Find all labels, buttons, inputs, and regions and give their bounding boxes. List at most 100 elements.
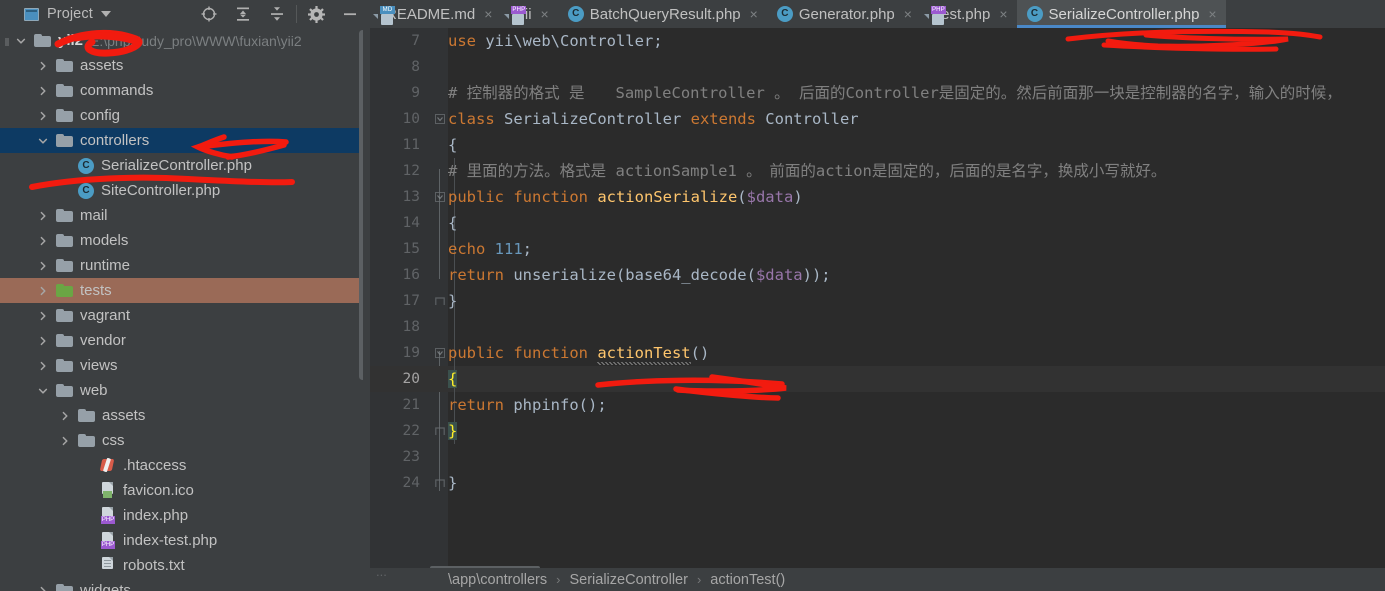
code-line[interactable]: 16 return unserialize(base64_decode($dat…: [370, 262, 1385, 288]
code-line[interactable]: 11 {: [370, 132, 1385, 158]
chevron-right-icon[interactable]: [36, 334, 50, 348]
image-file-icon: [100, 482, 116, 499]
code-line[interactable]: 15 echo 111;: [370, 236, 1385, 262]
collapse-all-icon[interactable]: [260, 0, 294, 28]
tree-row-serializecontroller-php[interactable]: C SerializeController.php: [0, 153, 370, 178]
code-line[interactable]: 18: [370, 314, 1385, 340]
chevron-right-icon[interactable]: [36, 234, 50, 248]
code-line[interactable]: 7 use yii\web\Controller;: [370, 28, 1385, 54]
tree-row-web[interactable]: web: [0, 378, 370, 403]
close-icon[interactable]: ×: [999, 7, 1007, 21]
editor-tab[interactable]: MD README.md ×: [370, 0, 502, 28]
chevron-right-icon[interactable]: [36, 109, 50, 123]
code-line[interactable]: 24}: [370, 470, 1385, 496]
tree-row-widgets[interactable]: widgets: [0, 578, 370, 591]
breadcrumb-item[interactable]: actionTest(): [710, 572, 785, 588]
editor-tab[interactable]: C BatchQueryResult.php ×: [557, 0, 767, 28]
code-line[interactable]: 9 # 控制器的格式 是 SampleController 。 后面的Contro…: [370, 80, 1385, 106]
code-line[interactable]: 13 public function actionSerialize($data…: [370, 184, 1385, 210]
project-panel-title: Project: [47, 6, 93, 22]
close-icon[interactable]: ×: [904, 7, 912, 21]
line-number: 22: [402, 423, 420, 439]
locate-target-icon[interactable]: [192, 0, 226, 28]
chevron-right-icon[interactable]: [58, 409, 72, 423]
chevron-down-icon[interactable]: [36, 134, 50, 148]
tree-row-tests[interactable]: tests: [0, 278, 370, 303]
code-line[interactable]: 12 # 里面的方法。格式是 actionSample1 。 前面的action…: [370, 158, 1385, 184]
tree-row-index-test-php[interactable]: PHP index-test.php: [0, 528, 370, 553]
chevron-down-icon[interactable]: [14, 34, 28, 48]
tree-row-runtime[interactable]: runtime: [0, 253, 370, 278]
code-line[interactable]: 17 }: [370, 288, 1385, 314]
editor-tab[interactable]: C Generator.php ×: [766, 0, 921, 28]
chevron-right-icon[interactable]: [36, 584, 50, 591]
code-line[interactable]: 19 public function actionTest(): [370, 340, 1385, 366]
tree-row-views[interactable]: views: [0, 353, 370, 378]
chevron-right-icon[interactable]: [58, 434, 72, 448]
tree-row-mail[interactable]: mail: [0, 203, 370, 228]
tree-row-vagrant[interactable]: vagrant: [0, 303, 370, 328]
tree-row-assets[interactable]: assets: [0, 403, 370, 428]
close-icon[interactable]: ×: [484, 7, 492, 21]
code-lines[interactable]: 7 use yii\web\Controller; 8 9 # 控制器的格式 是 Sam…: [370, 28, 1385, 568]
toolbar-divider: [296, 5, 297, 23]
fold-end-icon[interactable]: [434, 470, 446, 496]
fold-end-icon[interactable]: [434, 418, 446, 444]
chevron-right-icon[interactable]: [36, 284, 50, 298]
tree-row-assets[interactable]: assets: [0, 53, 370, 78]
tree-row-controllers[interactable]: controllers: [0, 128, 370, 153]
tree-row-label: commands: [80, 82, 154, 99]
chevron-right-icon[interactable]: [36, 309, 50, 323]
fold-expand-icon[interactable]: [434, 106, 446, 132]
tree-row-robots-txt[interactable]: robots.txt: [0, 553, 370, 578]
close-icon[interactable]: ×: [1208, 7, 1216, 21]
fold-expand-icon[interactable]: [434, 340, 446, 366]
breadcrumb-item[interactable]: \app\controllers: [448, 572, 547, 588]
editor-tab[interactable]: C SerializeController.php ×: [1016, 0, 1226, 28]
chevron-down-icon[interactable]: [36, 384, 50, 398]
code-line[interactable]: 21 return phpinfo();: [370, 392, 1385, 418]
chevron-right-icon[interactable]: [36, 59, 50, 73]
gear-icon[interactable]: [299, 0, 333, 28]
chevron-right-icon[interactable]: [36, 259, 50, 273]
project-tree-panel[interactable]: yii2 E:\phpstudy_pro\WWW\fuxian\yii2 asset…: [0, 28, 370, 591]
tree-row-config[interactable]: config: [0, 103, 370, 128]
code-line[interactable]: 23: [370, 444, 1385, 470]
chevron-down-icon[interactable]: [100, 11, 111, 17]
chevron-right-icon[interactable]: [36, 84, 50, 98]
code-line[interactable]: 22 }: [370, 418, 1385, 444]
code-line[interactable]: 8: [370, 54, 1385, 80]
tree-row-favicon-ico[interactable]: favicon.ico: [0, 478, 370, 503]
tree-row-models[interactable]: models: [0, 228, 370, 253]
code-editor[interactable]: 7 use yii\web\Controller; 8 9 # 控制器的格式 是 Sam…: [370, 28, 1385, 568]
editor-tab-bar: MD README.md × PHP yii × C BatchQueryResult.php…: [370, 0, 1385, 28]
editor-tab[interactable]: PHP test.php ×: [920, 0, 1017, 28]
tree-row-sitecontroller-php[interactable]: C SiteController.php: [0, 178, 370, 203]
close-icon[interactable]: ×: [750, 7, 758, 21]
code-line[interactable]: 10 class SerializeController extends Cont…: [370, 106, 1385, 132]
editor-tab-label: README.md: [386, 5, 476, 23]
chevron-right-icon[interactable]: [36, 359, 50, 373]
chevron-right-icon[interactable]: [36, 209, 50, 223]
tree-row-vendor[interactable]: vendor: [0, 328, 370, 353]
tree-row-yii2[interactable]: yii2 E:\phpstudy_pro\WWW\fuxian\yii2: [0, 28, 370, 53]
minimize-icon[interactable]: [333, 0, 367, 28]
folder-icon: [78, 409, 95, 422]
close-icon[interactable]: ×: [541, 7, 549, 21]
tree-row-commands[interactable]: commands: [0, 78, 370, 103]
editor-tab[interactable]: PHP yii ×: [501, 0, 558, 28]
code-line[interactable]: 14 {: [370, 210, 1385, 236]
tree-row-htaccess[interactable]: .htaccess: [0, 453, 370, 478]
code-line[interactable]: 20 {: [370, 366, 1385, 392]
php-file-icon: PHP: [100, 532, 116, 549]
php-class-icon: C: [776, 6, 793, 22]
expand-all-icon[interactable]: [226, 0, 260, 28]
breadcrumb-item[interactable]: SerializeController: [569, 572, 687, 588]
fold-end-icon[interactable]: [434, 288, 446, 314]
fold-expand-icon[interactable]: [434, 184, 446, 210]
tree-row-css[interactable]: css: [0, 428, 370, 453]
panel-divider[interactable]: [363, 28, 370, 591]
breadcrumb: \app\controllers › SerializeController › act…: [370, 564, 1385, 591]
tree-row-index-php[interactable]: PHP index.php: [0, 503, 370, 528]
